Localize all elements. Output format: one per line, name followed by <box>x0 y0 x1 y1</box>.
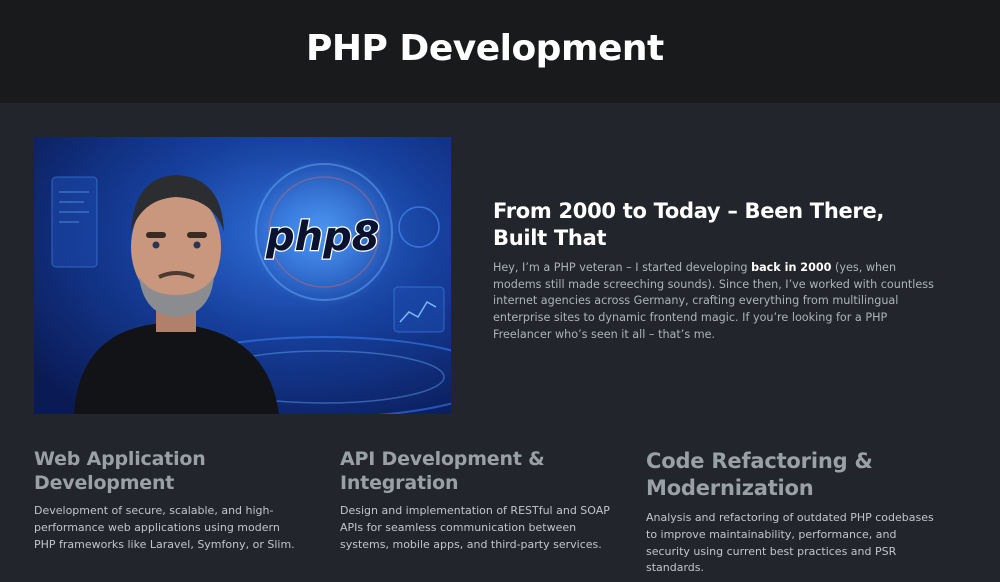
hero-image: php8 <box>34 137 451 414</box>
intro-text-start: Hey, I’m a PHP veteran – I started devel… <box>493 261 752 274</box>
php8-logo: php8 <box>265 214 380 260</box>
service-code-refactoring: Code Refactoring & Modernization Analysi… <box>646 448 936 577</box>
service-description: Development of secure, scalable, and hig… <box>34 504 295 551</box>
service-title: Code Refactoring & Modernization <box>646 449 873 500</box>
intro-text: Hey, I’m a PHP veteran – I started devel… <box>493 260 943 344</box>
page-header: PHP Development <box>0 0 1000 103</box>
page-title: PHP Development <box>306 28 664 69</box>
service-web-application: Web Application Development Development … <box>34 447 304 553</box>
service-title: API Development & Integration <box>340 448 545 494</box>
intro-heading: From 2000 to Today – Been There, Built T… <box>493 199 885 250</box>
service-description: Design and implementation of RESTful and… <box>340 504 610 551</box>
service-api-development: API Development & Integration Design and… <box>340 447 620 553</box>
intro-section: From 2000 to Today – Been There, Built T… <box>493 198 943 344</box>
intro-text-highlight: back in 2000 <box>751 261 832 274</box>
service-description: Analysis and refactoring of outdated PHP… <box>646 511 934 575</box>
service-title: Web Application Development <box>34 448 206 494</box>
